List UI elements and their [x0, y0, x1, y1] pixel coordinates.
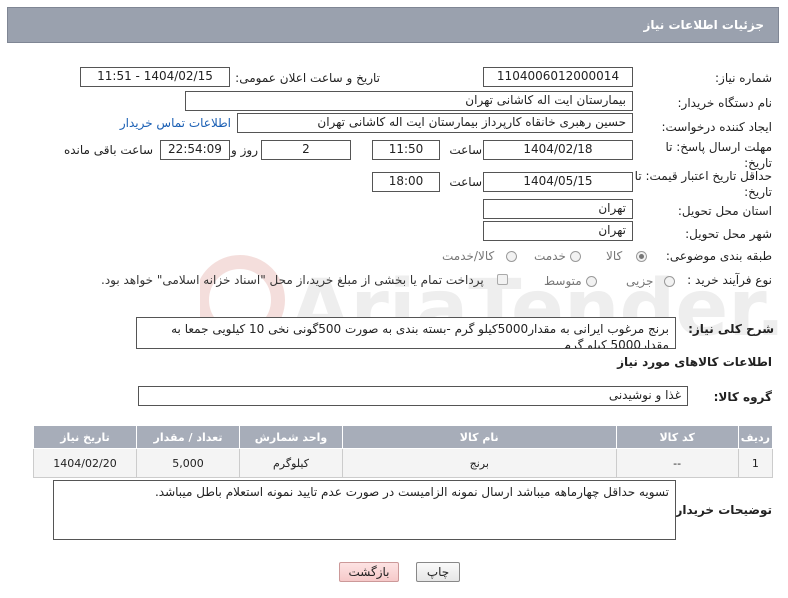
page-title: جزئیات اطلاعات نیاز	[643, 18, 764, 32]
description-label: شرح کلی نیاز:	[688, 322, 774, 336]
deadline-label: مهلت ارسال پاسخ: تا تاریخ:	[665, 140, 772, 170]
city-field: تهران	[483, 221, 633, 241]
cell-unit: کیلوگرم	[238, 448, 343, 478]
validity-label: حداقل تاریخ اعتبار قیمت: تا تاریخ:	[634, 169, 772, 199]
goods-table: ردیف کد کالا نام کالا واحد شمارش تعداد /…	[32, 425, 774, 478]
treasury-payment-checkbox[interactable]	[497, 274, 508, 285]
process-medium-radio[interactable]	[586, 276, 597, 287]
table-header-row: ردیف کد کالا نام کالا واحد شمارش تعداد /…	[32, 425, 774, 449]
deadline-date-field: 1404/02/18	[483, 140, 633, 160]
description-field: برنج مرغوب ایرانی به مقدار5000کیلو گرم -…	[136, 317, 676, 349]
goods-section-title: اطلاعات کالاهای مورد نیاز	[617, 355, 772, 369]
province-field: تهران	[483, 199, 633, 219]
validity-time-field: 18:00	[372, 172, 440, 192]
category-goods-radio[interactable]	[636, 251, 647, 262]
cell-name: برنج	[341, 448, 617, 478]
announce-label: تاریخ و ساعت اعلان عمومی:	[235, 71, 380, 85]
deadline-time-field: 11:50	[372, 140, 440, 160]
validity-date-field: 1404/05/15	[483, 172, 633, 192]
print-button[interactable]: چاپ	[416, 562, 460, 582]
category-both-label: کالا/خدمت	[442, 249, 495, 263]
remaining-field: 22:54:09	[160, 140, 230, 160]
announce-field: 1404/02/15 - 11:51	[80, 67, 230, 87]
col-unit-header: واحد شمارش	[238, 425, 343, 449]
process-minor-radio[interactable]	[664, 276, 675, 287]
buyer-org-field: بیمارستان ایت اله کاشانی تهران	[185, 91, 633, 111]
col-row-header: ردیف	[737, 425, 774, 449]
buyer-notes-label: توضیحات خریدار:	[670, 503, 772, 517]
category-label: طبقه بندی موضوعی:	[665, 249, 772, 263]
deadline-time-label: ساعت	[449, 143, 482, 157]
payment-note: پرداخت تمام یا بخشی از مبلغ خرید،از محل …	[101, 273, 484, 287]
category-service-label: خدمت	[534, 249, 566, 263]
creator-label: ایجاد کننده درخواست:	[661, 120, 772, 134]
creator-field: حسین رهبری خانقاه کارپرداز بیمارستان ایت…	[237, 113, 633, 133]
category-service-radio[interactable]	[570, 251, 581, 262]
buyer-org-label: نام دستگاه خریدار:	[677, 96, 773, 110]
col-date-header: تاریخ نیاز	[32, 425, 138, 449]
category-goods-label: کالا	[606, 249, 623, 263]
need-number-field: 1104006012000014	[483, 67, 633, 87]
table-row: 1 -- برنج کیلوگرم 5,000 1404/02/20	[32, 448, 774, 478]
page-header: جزئیات اطلاعات نیاز	[7, 7, 779, 43]
province-label: استان محل تحویل:	[677, 204, 772, 218]
col-name-header: نام کالا	[341, 425, 617, 449]
process-minor-label: جزیی	[626, 274, 654, 288]
remaining-label: ساعت باقی مانده	[63, 143, 153, 157]
cell-row: 1	[737, 448, 774, 478]
goods-group-label: گروه کالا:	[713, 390, 772, 404]
days-field: 2	[261, 140, 351, 160]
col-qty-header: تعداد / مقدار	[136, 425, 240, 449]
buyer-contact-link[interactable]: اطلاعات تماس خریدار	[120, 116, 231, 130]
category-both-radio[interactable]	[506, 251, 517, 262]
buyer-notes-field: تسویه حداقل چهارماهه میباشد ارسال نمونه …	[53, 480, 676, 540]
goods-group-field: غذا و نوشیدنی	[138, 386, 688, 406]
city-label: شهر محل تحویل:	[685, 227, 772, 241]
need-number-label: شماره نیاز:	[715, 71, 772, 85]
process-label: نوع فرآیند خرید :	[687, 273, 772, 287]
col-code-header: کد کالا	[615, 425, 739, 449]
validity-time-label: ساعت	[449, 175, 482, 189]
back-button[interactable]: بازگشت	[339, 562, 399, 582]
cell-code: --	[615, 448, 739, 478]
days-label: روز و	[231, 143, 258, 157]
cell-qty: 5,000	[136, 448, 240, 478]
cell-date: 1404/02/20	[32, 448, 138, 478]
process-medium-label: متوسط	[544, 274, 582, 288]
